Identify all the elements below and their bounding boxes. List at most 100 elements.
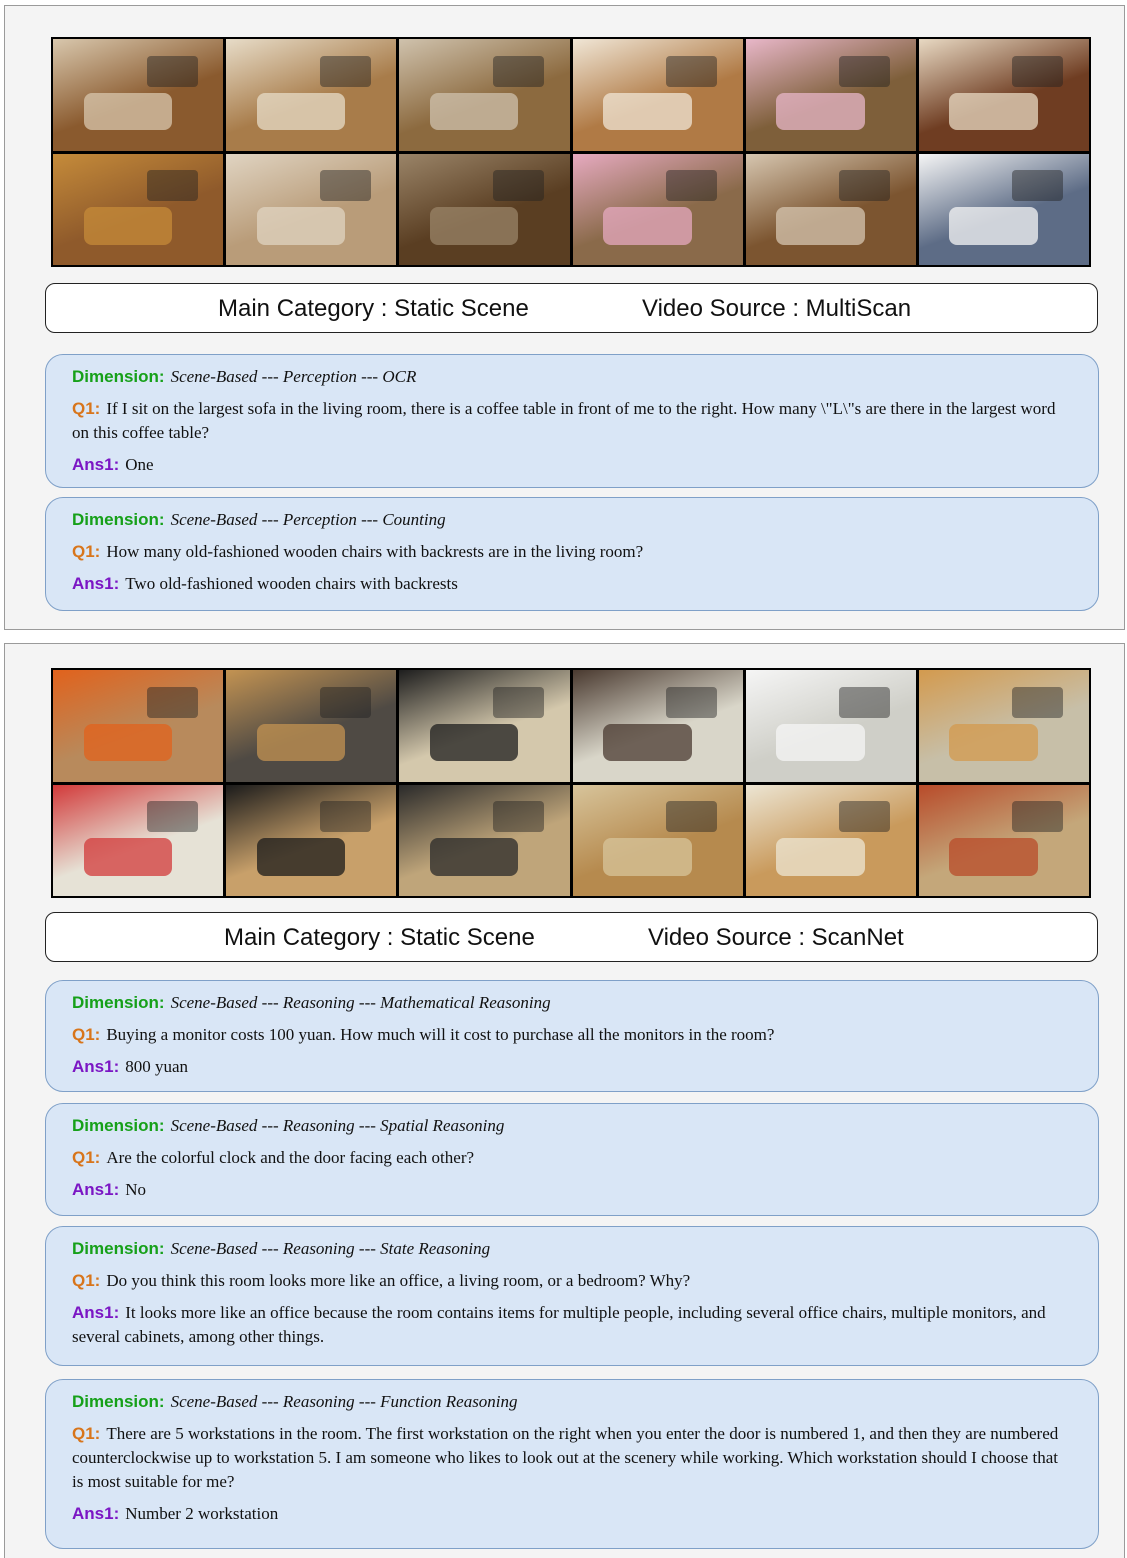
shadow-shape xyxy=(319,170,371,202)
furniture-shape xyxy=(776,838,865,876)
furniture-shape xyxy=(429,838,519,876)
shadow-shape xyxy=(666,170,718,202)
dimension-value: Scene-Based --- Reasoning --- Spatial Re… xyxy=(170,1116,505,1135)
shadow-shape xyxy=(319,686,371,718)
question-label: Q1: xyxy=(72,542,101,561)
shadow-shape xyxy=(319,801,371,833)
desk-toys-frame xyxy=(918,670,1089,782)
question-label: Q1: xyxy=(72,399,101,418)
shadow-shape xyxy=(666,801,718,833)
question-label: Q1: xyxy=(72,1148,101,1167)
video-source-label: Video Source : ScanNet xyxy=(648,924,904,951)
pink-cloth-stool-frame xyxy=(572,153,743,265)
dimension-label: Dimension: xyxy=(72,1392,165,1411)
desk-chair-frame xyxy=(399,784,570,896)
shadow-shape xyxy=(146,170,198,202)
furniture-shape xyxy=(603,838,692,876)
question-text: If I sit on the largest sofa in the livi… xyxy=(72,399,1056,442)
question-label: Q1: xyxy=(72,1271,101,1290)
video-source-label: Video Source : MultiScan xyxy=(642,295,912,322)
dimension-label: Dimension: xyxy=(72,1116,165,1135)
shadow-shape xyxy=(492,55,544,87)
furniture-shape xyxy=(603,92,692,131)
shadow-shape xyxy=(492,686,544,718)
qa-card: Dimension: Scene-Based --- Reasoning --- … xyxy=(45,1226,1099,1366)
furniture-shape xyxy=(83,723,173,762)
furniture-shape xyxy=(429,92,519,131)
answer-text: 800 yuan xyxy=(125,1057,189,1076)
shadow-shape xyxy=(146,686,198,718)
answer-label: Ans1: xyxy=(72,1303,120,1322)
bookshelf-drawer-frame xyxy=(572,784,743,896)
furniture-shape xyxy=(256,723,346,762)
answer-label: Ans1: xyxy=(72,455,120,474)
category-bar: Main Category : Static Scene Video Sourc… xyxy=(45,283,1098,333)
example-panel-scannet: Main Category : Static Scene Video Sourc… xyxy=(4,643,1125,1558)
monitor-keyboard-frame xyxy=(226,784,397,896)
dimension-value: Scene-Based --- Perception --- Counting xyxy=(170,510,446,529)
shadow-shape xyxy=(666,55,718,87)
qa-card: Dimension: Scene-Based --- Perception ---… xyxy=(45,354,1099,488)
question-text: Do you think this room looks more like a… xyxy=(106,1271,691,1290)
example-panel-multiscan: Main Category : Static Scene Video Sourc… xyxy=(4,5,1125,630)
table-cloth-frame xyxy=(745,39,916,151)
answer-label: Ans1: xyxy=(72,1180,120,1199)
furniture-shape xyxy=(776,92,865,131)
shadow-shape xyxy=(146,55,198,87)
video-frame-grid xyxy=(51,37,1091,267)
dimension-value: Scene-Based --- Perception --- OCR xyxy=(170,367,417,386)
office-orange-sofa-frame xyxy=(53,670,224,782)
furniture-shape xyxy=(603,207,692,245)
shadow-shape xyxy=(492,170,544,202)
shadow-shape xyxy=(319,55,371,87)
dimension-label: Dimension: xyxy=(72,993,165,1012)
ceiling-lamp-frame xyxy=(918,153,1089,265)
desk-monitor-frame xyxy=(399,670,570,782)
sofa-cushion-frame xyxy=(918,39,1089,151)
qa-card: Dimension: Scene-Based --- Reasoning --- … xyxy=(45,1379,1099,1549)
answer-label: Ans1: xyxy=(72,574,120,593)
furniture-shape xyxy=(256,92,346,131)
shadow-shape xyxy=(492,801,544,833)
shadow-shape xyxy=(839,170,891,202)
question-text: Buying a monitor costs 100 yuan. How muc… xyxy=(106,1025,775,1044)
shadow-shape xyxy=(839,686,891,718)
shelf-books-frame xyxy=(745,784,916,896)
room-overview-frame xyxy=(745,153,916,265)
shadow-shape xyxy=(1012,801,1064,833)
answer-label: Ans1: xyxy=(72,1504,120,1523)
furniture-shape xyxy=(83,92,173,131)
qa-card: Dimension: Scene-Based --- Reasoning --- … xyxy=(45,980,1099,1092)
answer-text: Two old-fashioned wooden chairs with bac… xyxy=(125,574,458,593)
office-window-desk-frame xyxy=(226,670,397,782)
shadow-shape xyxy=(666,686,718,718)
furniture-shape xyxy=(776,207,865,245)
furniture-shape xyxy=(429,207,519,245)
furniture-shape xyxy=(603,723,692,762)
shadow-shape xyxy=(146,801,198,833)
furniture-shape xyxy=(949,838,1038,876)
category-bar: Main Category : Static Scene Video Sourc… xyxy=(45,912,1098,962)
question-text: Are the colorful clock and the door faci… xyxy=(106,1148,475,1167)
dimension-value: Scene-Based --- Reasoning --- Mathematic… xyxy=(170,993,551,1012)
qa-card: Dimension: Scene-Based --- Perception ---… xyxy=(45,497,1099,611)
armchair-board-game-frame xyxy=(53,153,224,265)
shadow-shape xyxy=(1012,170,1064,202)
answer-text: No xyxy=(125,1180,147,1199)
answer-text: It looks more like an office because the… xyxy=(72,1303,1046,1346)
question-text: How many old-fashioned wooden chairs wit… xyxy=(106,542,644,561)
leather-sofa-frame xyxy=(226,153,397,265)
question-label: Q1: xyxy=(72,1025,101,1044)
coffee-table-kettle-frame xyxy=(226,39,397,151)
dimension-value: Scene-Based --- Reasoning --- State Reas… xyxy=(170,1239,491,1258)
furniture-shape xyxy=(949,723,1038,762)
dimension-label: Dimension: xyxy=(72,510,165,529)
furniture-shape xyxy=(256,838,346,876)
posters-desk-frame xyxy=(918,784,1089,896)
answer-text: Number 2 workstation xyxy=(125,1504,279,1523)
video-frame-grid xyxy=(51,668,1091,898)
posters-wall-frame xyxy=(53,784,224,896)
shadow-shape xyxy=(839,55,891,87)
dimension-value: Scene-Based --- Reasoning --- Function R… xyxy=(170,1392,518,1411)
dimension-label: Dimension: xyxy=(72,367,165,386)
